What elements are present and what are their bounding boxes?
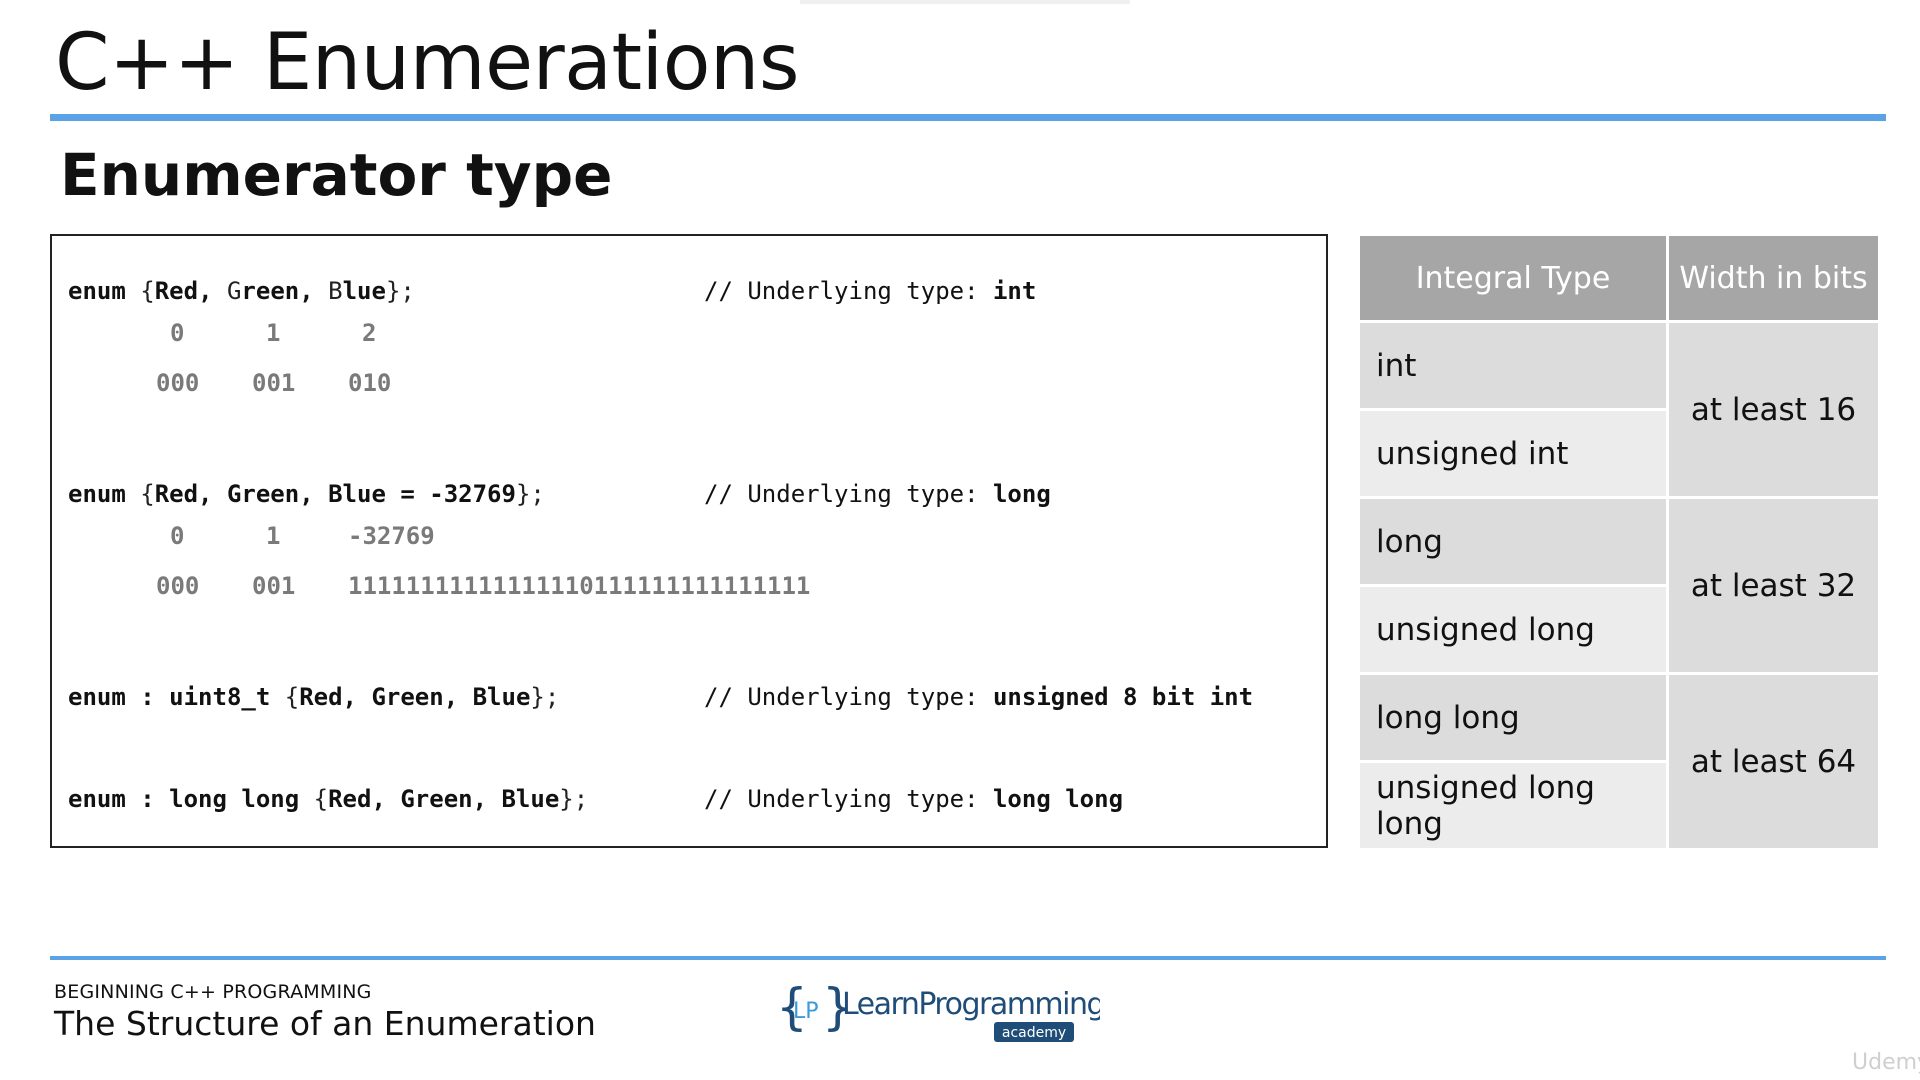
logo-academy-text: academy	[1002, 1025, 1066, 1041]
enum-bits: 11111111111111110111111111111111	[348, 572, 811, 600]
code-line-enum-int: enum {Red, Green, Blue};	[68, 277, 415, 305]
enum-bits: 001	[252, 572, 296, 600]
code-comment-long: // Underlying type: long	[704, 480, 1051, 508]
type-cell: unsigned long long	[1360, 763, 1669, 851]
table-row: long at least 32	[1360, 499, 1878, 675]
table-header-integral-type: Integral Type	[1360, 236, 1669, 323]
enum-value: -32769	[348, 522, 435, 550]
code-comment-uint8: // Underlying type: unsigned 8 bit int	[704, 683, 1254, 711]
integral-type-table: Integral Type Width in bits int at least…	[1360, 236, 1878, 851]
code-comment-int: // Underlying type: int	[704, 277, 1037, 305]
enum-value: 1	[266, 319, 281, 347]
table-header-width: Width in bits	[1669, 236, 1878, 323]
code-comment-long-long: // Underlying type: long long	[704, 785, 1124, 813]
type-cell: unsigned int	[1360, 411, 1669, 499]
code-line-enum-uint8: enum : uint8_t {Red, Green, Blue};	[68, 683, 560, 711]
slide-subtitle: Enumerator type	[60, 141, 613, 209]
learn-programming-academy-logo: { LP } LearnProgramming academy	[776, 978, 1100, 1042]
udemy-watermark: Udemy	[1852, 1050, 1920, 1075]
table-header-row: Integral Type Width in bits	[1360, 236, 1878, 323]
width-cell: at least 64	[1669, 675, 1878, 851]
enum-value: 2	[362, 319, 377, 347]
table-row: long long at least 64	[1360, 675, 1878, 851]
enum-value: 0	[170, 522, 185, 550]
width-cell: at least 32	[1669, 499, 1878, 675]
table-row: int at least 16	[1360, 323, 1878, 499]
code-line-enum-long-long: enum : long long {Red, Green, Blue};	[68, 785, 589, 813]
enum-bits: 000	[156, 369, 200, 397]
lesson-title: The Structure of an Enumeration	[54, 1004, 596, 1043]
footer-divider	[50, 956, 1886, 960]
enum-bits: 001	[252, 369, 296, 397]
type-cell: int	[1360, 323, 1669, 411]
title-divider	[50, 114, 1886, 121]
enum-bits: 000	[156, 572, 200, 600]
width-cell: at least 16	[1669, 323, 1878, 499]
enum-bits: 010	[348, 369, 392, 397]
slide-title: C++ Enumerations	[55, 18, 800, 108]
type-cell: long	[1360, 499, 1669, 587]
enum-value: 0	[170, 319, 185, 347]
top-shadow-decoration	[800, 0, 1130, 4]
course-label: BEGINNING C++ PROGRAMMING	[54, 981, 372, 1003]
enum-value: 1	[266, 522, 281, 550]
code-example-box: enum {Red, Green, Blue}; // Underlying t…	[50, 234, 1328, 848]
type-cell: long long	[1360, 675, 1669, 763]
logo-lp-letters: LP	[793, 999, 819, 1024]
logo-wordmark: LearnProgramming	[842, 987, 1100, 1022]
type-cell: unsigned long	[1360, 587, 1669, 675]
code-line-enum-long: enum {Red, Green, Blue = -32769};	[68, 480, 545, 508]
